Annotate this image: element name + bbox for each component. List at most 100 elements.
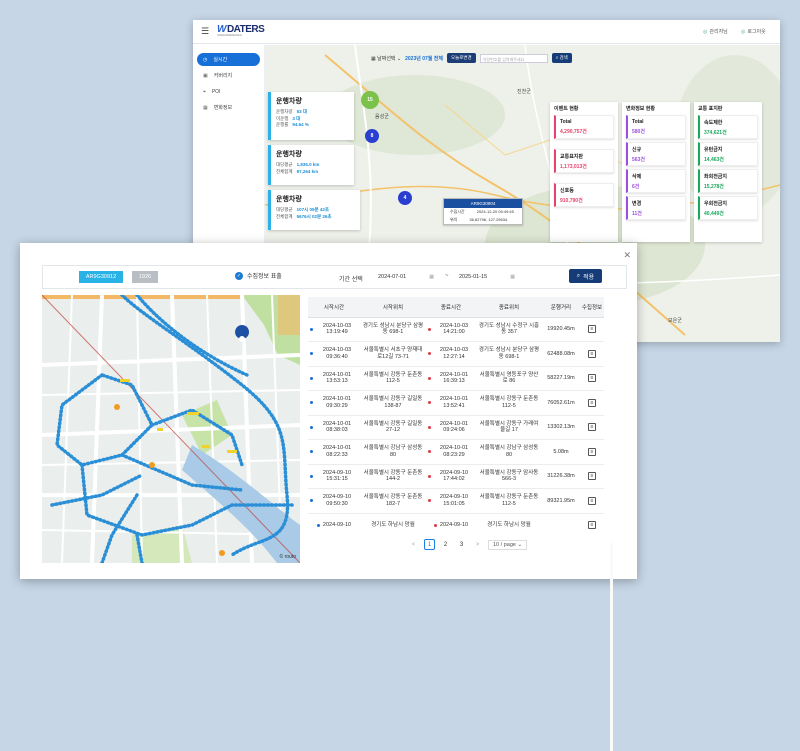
calendar-icon: ▦ bbox=[429, 274, 434, 280]
end-location-cell: 경기도 성남시 수정구 시흥동 357 bbox=[476, 317, 542, 342]
sidebar-item-change[interactable]: ▦ 변화정보 bbox=[197, 101, 260, 114]
stat-item[interactable]: 우회전금지 40,449건 bbox=[698, 196, 758, 220]
table-row[interactable]: 2024-10-01 09:30:29 서울특별시 강동구 길일동 138-87… bbox=[308, 390, 604, 416]
document-icon[interactable]: ≡ bbox=[588, 349, 596, 358]
distance-cell: 62488.08m bbox=[542, 341, 580, 367]
table-row[interactable]: 2024-09-10 09:50:30 서울특별시 강동구 둔촌동 182-7 … bbox=[308, 488, 604, 514]
table-row[interactable]: 2024-09-10 15:31:15 서울특별시 강동구 둔촌동 144-2 … bbox=[308, 464, 604, 489]
table-row[interactable]: 2024-09-10 경기도 하남시 망월 2024-09-10 경기도 하남시… bbox=[308, 513, 604, 532]
document-icon[interactable]: ≡ bbox=[588, 423, 596, 432]
hamburger-icon[interactable]: ☰ bbox=[201, 26, 209, 37]
page-size-select[interactable]: 10 / page ⌄ bbox=[488, 539, 528, 550]
stat-item[interactable]: Total 580건 bbox=[626, 115, 686, 139]
end-location-cell: 서울특별시 강동구 가래여울길 17 bbox=[476, 415, 542, 440]
end-time-cell: 2024-10-01 16:39:13 bbox=[426, 366, 476, 391]
collect-info-cell: ≡ bbox=[580, 317, 604, 342]
distance-cell bbox=[542, 513, 580, 532]
start-location-cell: 서울특별시 강동구 길일동 138-87 bbox=[360, 390, 426, 416]
route-map[interactable]: © routo bbox=[42, 295, 300, 563]
sidebar-item-poi[interactable]: ⌖ POI bbox=[197, 85, 260, 98]
prev-page-button[interactable]: < bbox=[408, 539, 419, 550]
sidebar-item-coverage[interactable]: ▣ 커버리지 bbox=[197, 69, 260, 82]
map-cluster[interactable]: 15 bbox=[361, 91, 379, 109]
pagination: < 1 2 3 > 10 / page ⌄ bbox=[408, 539, 528, 550]
sidebar-item-realtime[interactable]: ◷ 실시간 bbox=[197, 53, 260, 66]
col-header-start-time[interactable]: 시작시간 bbox=[308, 297, 360, 318]
logo[interactable]: WDATERS SAFE DATA RESEARCH bbox=[217, 24, 265, 37]
stat-item[interactable]: 속도제한 374,621건 bbox=[698, 115, 758, 139]
logout-link[interactable]: ◎ 로그아웃 bbox=[741, 28, 766, 35]
table-row[interactable]: 2024-10-01 13:53:13 서울특별시 강동구 둔촌동 112-5 … bbox=[308, 366, 604, 391]
table-row[interactable]: 2024-10-01 08:38:03 서울특별시 강동구 길일동 27-12 … bbox=[308, 415, 604, 440]
distance-cell: 58227.19m bbox=[542, 366, 580, 391]
stat-item[interactable]: 신호등 910,790건 bbox=[554, 183, 614, 207]
stat-item[interactable]: 좌회전금지 15,278건 bbox=[698, 169, 758, 193]
document-icon[interactable]: ≡ bbox=[588, 521, 596, 530]
start-time-cell: 2024-09-10 09:50:30 bbox=[308, 488, 360, 514]
admin-link[interactable]: ◎ 관리자님 bbox=[703, 28, 728, 35]
vehicle-id-tag[interactable]: 1926 bbox=[132, 271, 158, 283]
end-location-cell: 경기도 성남시 분당구 삼평동 698-1 bbox=[476, 341, 542, 367]
document-icon[interactable]: ≡ bbox=[588, 496, 596, 505]
document-icon[interactable]: ≡ bbox=[588, 325, 596, 334]
map-copyright: © routo bbox=[279, 554, 296, 560]
page-button[interactable]: 3 bbox=[456, 539, 467, 550]
event-status-panel: 이벤트 현황 Total 4,290,757건 교통표지판 1,173,013건 신… bbox=[550, 102, 618, 242]
today-button[interactable]: 오늘로변경 bbox=[447, 53, 476, 63]
end-time-cell: 2024-10-03 14:21:00 bbox=[426, 317, 476, 342]
map-cluster[interactable]: 8 bbox=[365, 129, 379, 143]
end-location-cell: 서울특별시 영등포구 양산로 86 bbox=[476, 366, 542, 391]
stat-item[interactable]: 삭제 6건 bbox=[626, 169, 686, 193]
start-date-field[interactable]: 2024-07-01 ▦ bbox=[376, 271, 436, 283]
next-page-button[interactable]: > bbox=[472, 539, 483, 550]
stat-item[interactable]: Total 4,290,757건 bbox=[554, 115, 614, 139]
document-icon[interactable]: ≡ bbox=[588, 472, 596, 481]
stat-item[interactable]: 유턴금지 14,463건 bbox=[698, 142, 758, 166]
panel-title: 변화정보 현황 bbox=[626, 106, 655, 112]
end-time-cell: 2024-09-10 17:44:02 bbox=[426, 464, 476, 489]
vehicle-plate-tag[interactable]: AR9G30912 bbox=[79, 271, 123, 283]
stat-item[interactable]: 교통표지판 1,173,013건 bbox=[554, 149, 614, 173]
distance-cell: 76052.61m bbox=[542, 390, 580, 416]
document-icon[interactable]: ≡ bbox=[588, 374, 596, 383]
start-location-cell: 서울특별시 서초구 양재대로12길 73-71 bbox=[360, 341, 426, 367]
end-date-field[interactable]: 2025-01-15 ▦ bbox=[457, 271, 517, 283]
col-header-end-time[interactable]: 종료시간 bbox=[426, 297, 476, 318]
card-title: 운행차량 bbox=[276, 151, 302, 158]
change-status-panel: 변화정보 현황 Total 580건 신규 563건 삭제 6건 변경 11건 bbox=[622, 102, 690, 242]
close-icon[interactable]: ✕ bbox=[623, 250, 631, 261]
change-icon: ▦ bbox=[203, 104, 208, 111]
page-button[interactable]: 1 bbox=[424, 539, 435, 550]
collect-info-toggle[interactable]: ✓ 수집정보 표출 bbox=[235, 271, 282, 280]
collect-info-cell: ≡ bbox=[580, 341, 604, 367]
table-row[interactable]: 2024-10-03 09:36:40 서울특별시 서초구 양재대로12길 73… bbox=[308, 341, 604, 367]
apply-button[interactable]: ⌕ 적용 bbox=[569, 269, 602, 283]
end-location-cell: 서울특별시 강동구 둔촌동 112-5 bbox=[476, 390, 542, 416]
start-time-cell: 2024-10-01 09:30:29 bbox=[308, 390, 360, 416]
page-button[interactable]: 2 bbox=[440, 539, 451, 550]
col-header-end-location[interactable]: 종료위치 bbox=[476, 297, 542, 318]
document-icon[interactable]: ≡ bbox=[588, 447, 596, 456]
col-header-start-location[interactable]: 시작위치 bbox=[360, 297, 426, 318]
table-row[interactable]: 2024-10-01 08:22:33 서울특별시 강남구 삼성동 80 202… bbox=[308, 439, 604, 465]
stat-item[interactable]: 신규 563건 bbox=[626, 142, 686, 166]
start-time-cell: 2024-10-01 13:53:13 bbox=[308, 366, 360, 391]
vehicle-search-input[interactable]: 차량번호를 입력해주세요 bbox=[479, 53, 548, 63]
card-title: 운행차량 bbox=[276, 98, 302, 105]
start-location-cell: 서울특별시 강동구 둔촌동 144-2 bbox=[360, 464, 426, 489]
collect-info-cell: ≡ bbox=[580, 390, 604, 416]
trip-history-dialog: ✕ AR9G30912 1926 ✓ 수집정보 표출 기간 선택 2024-07… bbox=[20, 243, 637, 751]
stat-item[interactable]: 변경 11건 bbox=[626, 196, 686, 220]
document-icon[interactable]: ≡ bbox=[588, 398, 596, 407]
table-scrollbar[interactable] bbox=[610, 543, 613, 751]
start-time-cell: 2024-10-03 13:19:49 bbox=[308, 317, 360, 342]
map-cluster[interactable]: 4 bbox=[398, 191, 412, 205]
period-select[interactable]: ▦ 날짜선택 ⌄ bbox=[371, 55, 401, 62]
col-header-distance[interactable]: 운행거리 bbox=[542, 297, 580, 318]
table-row[interactable]: 2024-10-03 13:19:49 경기도 성남시 분당구 삼평동 698-… bbox=[308, 317, 604, 342]
popup-row: 수집시간 2024-12-20 05:49:45 bbox=[450, 209, 514, 214]
end-location-cell: 서울특별시 강동구 암사동 566-3 bbox=[476, 464, 542, 489]
start-time-cell: 2024-10-01 08:22:33 bbox=[308, 439, 360, 465]
distance-cell: 19920.45m bbox=[542, 317, 580, 342]
search-button[interactable]: ⌕ 검색 bbox=[551, 53, 572, 63]
